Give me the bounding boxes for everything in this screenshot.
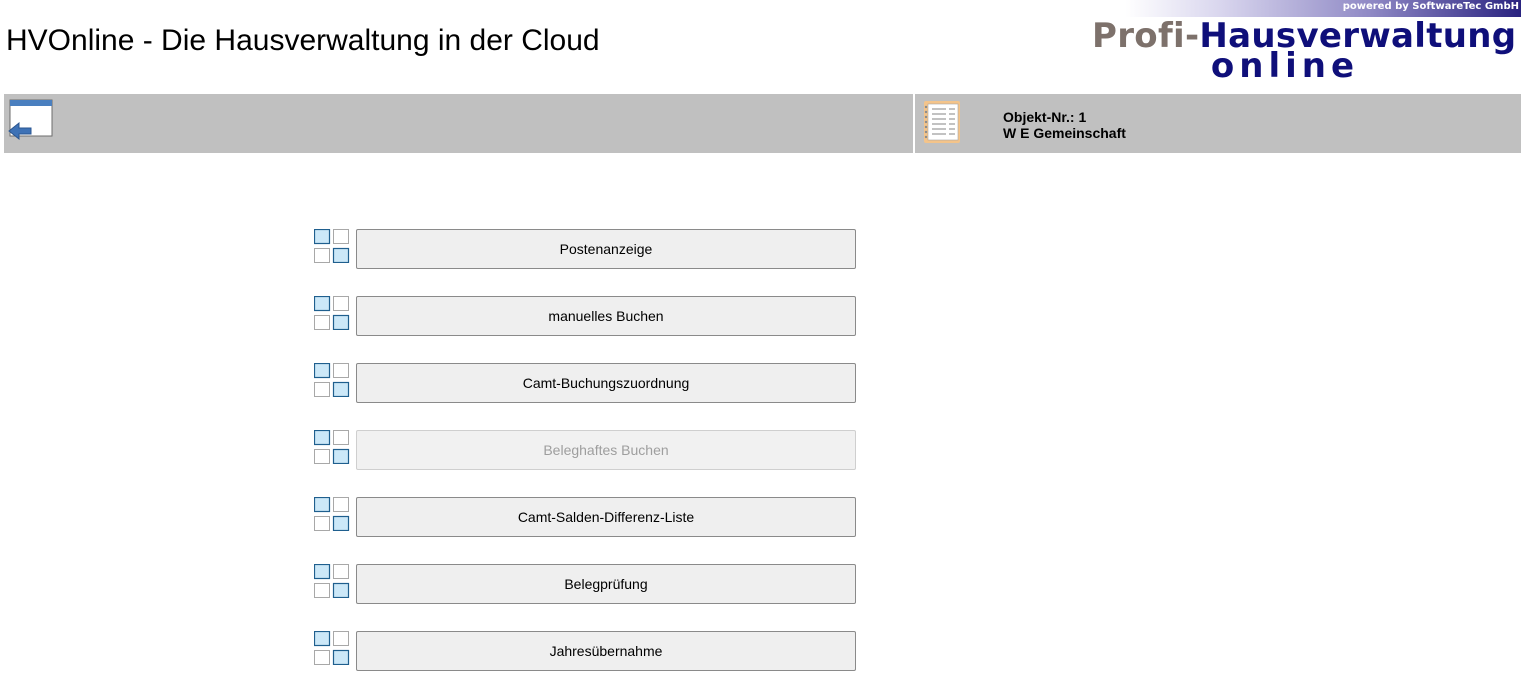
grid-squares-icon	[314, 229, 350, 263]
toolbar-right: Objekt-Nr.: 1 W E Gemeinschaft	[915, 94, 1521, 153]
grid-squares-icon	[314, 296, 350, 330]
menu-row-jahresuebernahme: Jahresübernahme	[314, 631, 856, 671]
brand-logo: powered by SoftwareTec GmbH Profi-Hausve…	[1090, 0, 1521, 88]
manuelles-buchen-button[interactable]: manuelles Buchen	[356, 296, 856, 336]
menu-row-postenanzeige: Postenanzeige	[314, 229, 856, 269]
brand-subtitle: online	[1210, 46, 1360, 86]
grid-squares-icon	[314, 430, 350, 464]
belegpruefung-button[interactable]: Belegprüfung	[356, 564, 856, 604]
object-name: W E Gemeinschaft	[1003, 125, 1126, 141]
beleghaftes-buchen-button: Beleghaftes Buchen	[356, 430, 856, 470]
window-back-arrow-icon	[8, 99, 53, 141]
camt-buchungszuordnung-button[interactable]: Camt-Buchungszuordnung	[356, 363, 856, 403]
menu-row-camt-salden-differenz-liste: Camt-Salden-Differenz-Liste	[314, 497, 856, 537]
grid-squares-icon	[314, 497, 350, 531]
page-title: HVOnline - Die Hausverwaltung in der Clo…	[6, 24, 600, 57]
back-button[interactable]	[7, 99, 53, 143]
grid-squares-icon	[314, 631, 350, 665]
camt-salden-differenz-liste-button[interactable]: Camt-Salden-Differenz-Liste	[356, 497, 856, 537]
menu-row-belegpruefung: Belegprüfung	[314, 564, 856, 604]
object-info: Objekt-Nr.: 1 W E Gemeinschaft	[1003, 109, 1126, 141]
jahresuebernahme-button[interactable]: Jahresübernahme	[356, 631, 856, 671]
grid-squares-icon	[314, 564, 350, 598]
menu-row-camt-buchungszuordnung: Camt-Buchungszuordnung	[314, 363, 856, 403]
powered-by-banner: powered by SoftwareTec GmbH	[1091, 0, 1521, 17]
powered-by-text: powered by SoftwareTec GmbH	[1342, 1, 1519, 12]
postenanzeige-button[interactable]: Postenanzeige	[356, 229, 856, 269]
object-icon-wrap	[922, 100, 962, 144]
brand-name-part1: Profi-	[1092, 16, 1200, 56]
notebook-list-icon	[924, 101, 960, 143]
object-number: Objekt-Nr.: 1	[1003, 109, 1087, 125]
menu-row-beleghaftes-buchen: Beleghaftes Buchen	[314, 430, 856, 470]
toolbar-left	[4, 94, 913, 153]
menu-row-manuelles-buchen: manuelles Buchen	[314, 296, 856, 336]
grid-squares-icon	[314, 363, 350, 397]
